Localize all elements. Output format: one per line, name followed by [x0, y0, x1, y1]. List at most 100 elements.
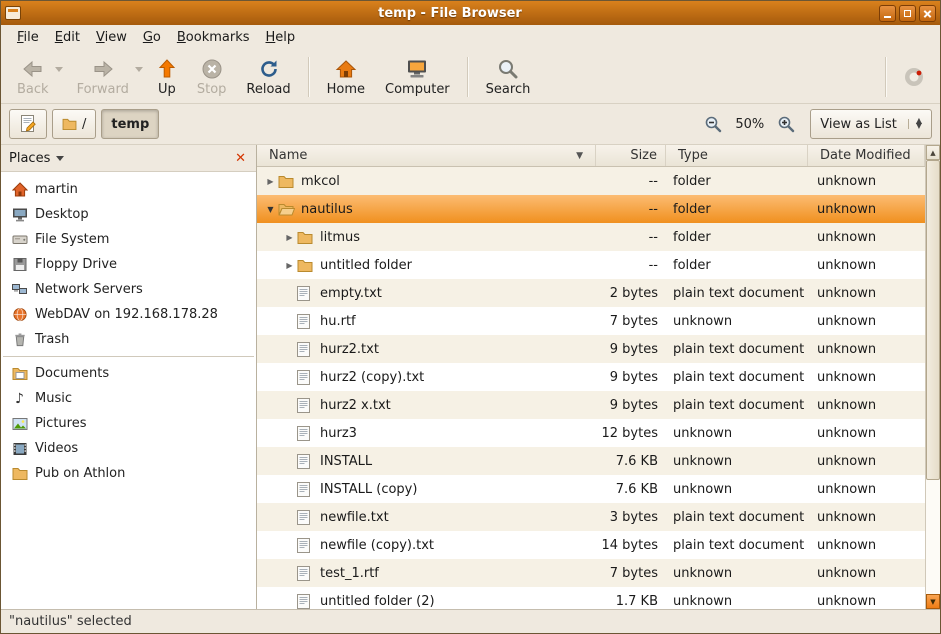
sidebar-item-webdav[interactable]: WebDAV on 192.168.178.28 [1, 302, 256, 327]
vertical-scrollbar[interactable] [925, 145, 940, 609]
table-row[interactable]: newfile.txt 3 bytes plain text document … [257, 503, 925, 531]
file-name: hurz2.txt [320, 342, 379, 357]
zoom-in-button[interactable] [773, 111, 799, 137]
table-row[interactable]: hurz3 12 bytes unknown unknown [257, 419, 925, 447]
home-button[interactable]: Home [317, 55, 375, 99]
videos-icon [11, 441, 28, 457]
reload-button[interactable]: Reload [236, 55, 300, 99]
file-size: -- [596, 202, 666, 217]
desktop-icon [11, 207, 28, 223]
sidebar-item-pub[interactable]: Pub on Athlon [1, 461, 256, 486]
text-file-icon [297, 510, 317, 525]
file-name: mkcol [301, 174, 340, 189]
table-row[interactable]: INSTALL (copy) 7.6 KB unknown unknown [257, 475, 925, 503]
text-file-icon [297, 398, 317, 413]
view-mode-combo[interactable]: View as List [810, 109, 932, 139]
menu-file[interactable]: File [9, 27, 47, 48]
webdav-globe-icon [11, 307, 28, 323]
table-row[interactable]: untitled folder -- folder unknown [257, 251, 925, 279]
zoom-out-button[interactable] [700, 111, 726, 137]
table-row[interactable]: mkcol -- folder unknown [257, 167, 925, 195]
file-date: unknown [808, 482, 925, 497]
file-name: hurz3 [320, 426, 357, 441]
close-sidebar-icon[interactable] [233, 150, 248, 167]
up-button[interactable]: Up [147, 55, 187, 99]
edit-location-button[interactable] [9, 109, 47, 139]
file-size: 7 bytes [596, 566, 666, 581]
toolbar-separator [885, 57, 887, 97]
scrollbar-thumb[interactable] [926, 160, 940, 480]
maximize-button[interactable] [899, 5, 916, 22]
text-file-icon [297, 342, 317, 357]
table-row-selected[interactable]: nautilus -- folder unknown [257, 195, 925, 223]
root-path-button[interactable]: / [52, 109, 96, 139]
trash-icon [11, 332, 28, 348]
main-area: Places martin Desktop File System [1, 145, 940, 609]
sidebar-item-desktop[interactable]: Desktop [1, 202, 256, 227]
sidebar-item-home[interactable]: martin [1, 177, 256, 202]
sidebar-item-videos[interactable]: Videos [1, 436, 256, 461]
file-name: test_1.rtf [320, 566, 379, 581]
file-size: 9 bytes [596, 398, 666, 413]
forward-button[interactable]: Forward [67, 55, 139, 99]
menu-go[interactable]: Go [135, 27, 169, 48]
file-name: untitled folder [320, 258, 412, 273]
text-file-icon [297, 286, 317, 301]
minimize-button[interactable] [879, 5, 896, 22]
sidebar-item-network[interactable]: Network Servers [1, 277, 256, 302]
scroll-down-icon[interactable] [926, 594, 940, 609]
expander-icon[interactable] [263, 205, 278, 214]
close-button[interactable] [919, 5, 936, 22]
table-row[interactable]: test_1.rtf 7 bytes unknown unknown [257, 559, 925, 587]
menu-help[interactable]: Help [258, 27, 304, 48]
table-row[interactable]: INSTALL 7.6 KB unknown unknown [257, 447, 925, 475]
table-row[interactable]: newfile (copy).txt 14 bytes plain text d… [257, 531, 925, 559]
column-header-type[interactable]: Type [666, 145, 808, 166]
file-date: unknown [808, 398, 925, 413]
places-sidebar: Places martin Desktop File System [1, 145, 257, 609]
zoom-out-icon [704, 115, 722, 133]
scroll-up-icon[interactable] [926, 145, 940, 160]
search-button[interactable]: Search [476, 55, 541, 99]
titlebar[interactable]: temp - File Browser [1, 1, 940, 25]
expander-icon[interactable] [263, 177, 278, 186]
sidebar-item-music[interactable]: Music [1, 386, 256, 411]
table-row[interactable]: hurz2.txt 9 bytes plain text document un… [257, 335, 925, 363]
current-path-button[interactable]: temp [101, 109, 159, 139]
file-size: 1.7 KB [596, 594, 666, 609]
expander-icon[interactable] [282, 261, 297, 270]
edit-location-icon [19, 114, 37, 134]
menu-edit[interactable]: Edit [47, 27, 88, 48]
table-row[interactable]: hurz2 x.txt 9 bytes plain text document … [257, 391, 925, 419]
file-size: -- [596, 230, 666, 245]
file-name: untitled folder (2) [320, 594, 435, 609]
menu-view[interactable]: View [88, 27, 135, 48]
menu-bookmarks[interactable]: Bookmarks [169, 27, 258, 48]
file-type: unknown [666, 482, 808, 497]
sidebar-item-pictures[interactable]: Pictures [1, 411, 256, 436]
places-selector[interactable]: Places [9, 151, 64, 166]
shared-folder-icon [11, 466, 28, 482]
back-history-dropdown-icon[interactable] [55, 67, 63, 72]
expander-icon[interactable] [282, 233, 297, 242]
stop-button[interactable]: Stop [187, 55, 237, 99]
sidebar-item-floppy[interactable]: Floppy Drive [1, 252, 256, 277]
sidebar-item-trash[interactable]: Trash [1, 327, 256, 352]
table-row[interactable]: empty.txt 2 bytes plain text document un… [257, 279, 925, 307]
sidebar-item-documents[interactable]: Documents [1, 361, 256, 386]
computer-button[interactable]: Computer [375, 55, 460, 99]
reload-icon [258, 57, 280, 81]
table-row[interactable]: litmus -- folder unknown [257, 223, 925, 251]
table-row[interactable]: hurz2 (copy).txt 9 bytes plain text docu… [257, 363, 925, 391]
table-row[interactable]: hu.rtf 7 bytes unknown unknown [257, 307, 925, 335]
throbber-icon [894, 65, 934, 89]
forward-history-dropdown-icon[interactable] [135, 67, 143, 72]
sidebar-item-filesystem[interactable]: File System [1, 227, 256, 252]
file-name: empty.txt [320, 286, 382, 301]
back-button[interactable]: Back [7, 55, 59, 99]
column-header-name[interactable]: Name [257, 145, 596, 166]
scrollbar-trough[interactable] [926, 160, 940, 594]
column-header-date-modified[interactable]: Date Modified [808, 145, 925, 166]
column-header-size[interactable]: Size [596, 145, 666, 166]
table-row[interactable]: untitled folder (2) 1.7 KB unknown unkno… [257, 587, 925, 609]
